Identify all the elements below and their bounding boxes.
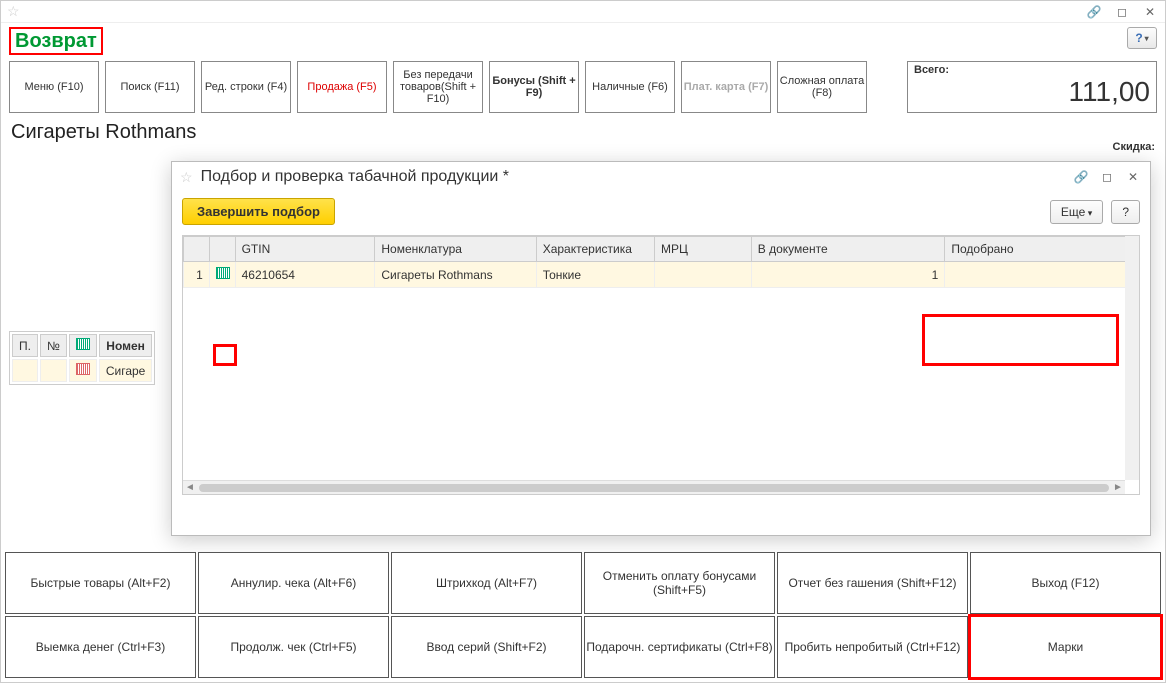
total-block: Всего: 111,00 — [907, 61, 1157, 113]
modal-link-icon[interactable]: 🔗 — [1072, 168, 1090, 186]
cell-char: Тонкие — [536, 262, 654, 288]
modal-star-icon[interactable]: ☆ — [180, 169, 193, 186]
highlight-selected-column — [922, 314, 1119, 366]
modal-title: Подбор и проверка табачной продукции * — [201, 168, 509, 186]
col-line[interactable] — [184, 237, 210, 262]
titlebar-controls: 🔗 ◻ ✕ — [1085, 3, 1159, 21]
card-button[interactable]: Плат. карта (F7) — [681, 61, 771, 113]
grid-data-row[interactable]: 1 46210654 Сигареты Rothmans Тонкие 1 1 — [184, 262, 1139, 288]
scroll-thumb[interactable] — [199, 484, 1109, 492]
main-titlebar: ☆ 🔗 ◻ ✕ — [1, 1, 1165, 23]
cell-nomen: Сигаре — [99, 359, 153, 382]
cancel-bonus-payment-button[interactable]: Отменить оплату бонусами (Shift+F5) — [584, 552, 775, 614]
barcode-green-icon — [216, 267, 230, 279]
maximize-icon[interactable]: ◻ — [1113, 3, 1131, 21]
cell-selected: 1 — [945, 262, 1139, 288]
annul-check-button[interactable]: Аннулир. чека (Alt+F6) — [198, 552, 389, 614]
grid-header-row: GTIN Номенклатура Характеристика МРЦ В д… — [184, 237, 1139, 262]
col-gtin[interactable]: GTIN — [235, 237, 375, 262]
enter-series-button[interactable]: Ввод серий (Shift+F2) — [391, 616, 582, 678]
complex-payment-button[interactable]: Сложная оплата (F8) — [777, 61, 867, 113]
col-selected[interactable]: Подобрано — [945, 237, 1139, 262]
sale-button[interactable]: Продажа (F5) — [297, 61, 387, 113]
report-no-clear-button[interactable]: Отчет без гашения (Shift+F12) — [777, 552, 968, 614]
tobacco-check-modal: ☆ Подбор и проверка табачной продукции *… — [171, 161, 1151, 536]
top-toolbar: Меню (F10) Поиск (F11) Ред. строки (F4) … — [1, 55, 1165, 119]
tobacco-grid: GTIN Номенклатура Характеристика МРЦ В д… — [183, 236, 1139, 288]
punch-unpunched-button[interactable]: Пробить непробитый (Ctrl+F12) — [777, 616, 968, 678]
barcode-icon — [76, 363, 90, 375]
highlight-barcode-icon — [213, 344, 237, 366]
col-characteristic[interactable]: Характеристика — [536, 237, 654, 262]
complete-selection-button[interactable]: Завершить подбор — [182, 198, 335, 225]
cell-nomen: Сигареты Rothmans — [375, 262, 536, 288]
search-button[interactable]: Поиск (F11) — [105, 61, 195, 113]
no-transfer-button[interactable]: Без передачи товаров(Shift + F10) — [393, 61, 483, 113]
link-icon[interactable]: 🔗 — [1085, 3, 1103, 21]
modal-close-icon[interactable]: ✕ — [1124, 168, 1142, 186]
table-row[interactable]: Сигаре — [12, 359, 152, 382]
bonuses-button[interactable]: Бонусы (Shift + F9) — [489, 61, 579, 113]
menu-button[interactable]: Меню (F10) — [9, 61, 99, 113]
barcode-button[interactable]: Штрихкод (Alt+F7) — [391, 552, 582, 614]
modal-toolbar: Завершить подбор Еще ? — [172, 192, 1150, 231]
close-icon[interactable]: ✕ — [1141, 3, 1159, 21]
header-row: Возврат ? — [1, 23, 1165, 55]
quick-goods-button[interactable]: Быстрые товары (Alt+F2) — [5, 552, 196, 614]
scroll-right-icon[interactable]: ► — [1111, 482, 1125, 493]
vertical-scrollbar[interactable] — [1125, 236, 1139, 480]
main-window: ☆ 🔗 ◻ ✕ Возврат ? Меню (F10) Поиск (F11)… — [0, 0, 1166, 683]
cash-withdrawal-button[interactable]: Выемка денег (Ctrl+F3) — [5, 616, 196, 678]
mode-label: Возврат — [9, 27, 103, 55]
footer-buttons: Быстрые товары (Alt+F2) Аннулир. чека (A… — [5, 552, 1161, 678]
cell-gtin: 46210654 — [235, 262, 375, 288]
col-mrc[interactable]: МРЦ — [655, 237, 752, 262]
modal-help-button[interactable]: ? — [1111, 200, 1140, 224]
discount-label: Скидка: — [1113, 141, 1155, 153]
background-items-table: П. № Номен Сигаре — [9, 331, 155, 385]
cell-in-document: 1 — [751, 262, 945, 288]
cell-barcode-icon — [209, 262, 235, 288]
cell-line: 1 — [184, 262, 210, 288]
col-in-document[interactable]: В документе — [751, 237, 945, 262]
col-nomen[interactable]: Номен — [99, 334, 153, 357]
scroll-left-icon[interactable]: ◄ — [183, 482, 197, 493]
modal-titlebar: ☆ Подбор и проверка табачной продукции *… — [172, 162, 1150, 192]
help-dropdown-button[interactable]: ? — [1127, 27, 1157, 49]
col-num[interactable]: № — [40, 334, 67, 357]
col-p[interactable]: П. — [12, 334, 38, 357]
marks-button[interactable]: Марки — [970, 616, 1161, 678]
more-button[interactable]: Еще — [1050, 200, 1103, 224]
modal-grid-wrap: GTIN Номенклатура Характеристика МРЦ В д… — [182, 235, 1140, 495]
modal-maximize-icon[interactable]: ◻ — [1098, 168, 1116, 186]
edit-line-button[interactable]: Ред. строки (F4) — [201, 61, 291, 113]
exit-button[interactable]: Выход (F12) — [970, 552, 1161, 614]
continue-check-button[interactable]: Продолж. чек (Ctrl+F5) — [198, 616, 389, 678]
gift-certificates-button[interactable]: Подарочн. сертификаты (Ctrl+F8) — [584, 616, 775, 678]
favorite-star-icon[interactable]: ☆ — [7, 3, 20, 20]
col-barcode[interactable] — [209, 237, 235, 262]
col-barcode-icon[interactable] — [69, 334, 97, 357]
horizontal-scrollbar[interactable]: ◄ ► — [183, 480, 1125, 494]
total-label: Всего: — [914, 64, 1150, 76]
total-value: 111,00 — [914, 76, 1150, 108]
cash-button[interactable]: Наличные (F6) — [585, 61, 675, 113]
col-nomenclature[interactable]: Номенклатура — [375, 237, 536, 262]
product-title: Сигареты Rothmans — [1, 119, 1165, 146]
cell-mrc — [655, 262, 752, 288]
